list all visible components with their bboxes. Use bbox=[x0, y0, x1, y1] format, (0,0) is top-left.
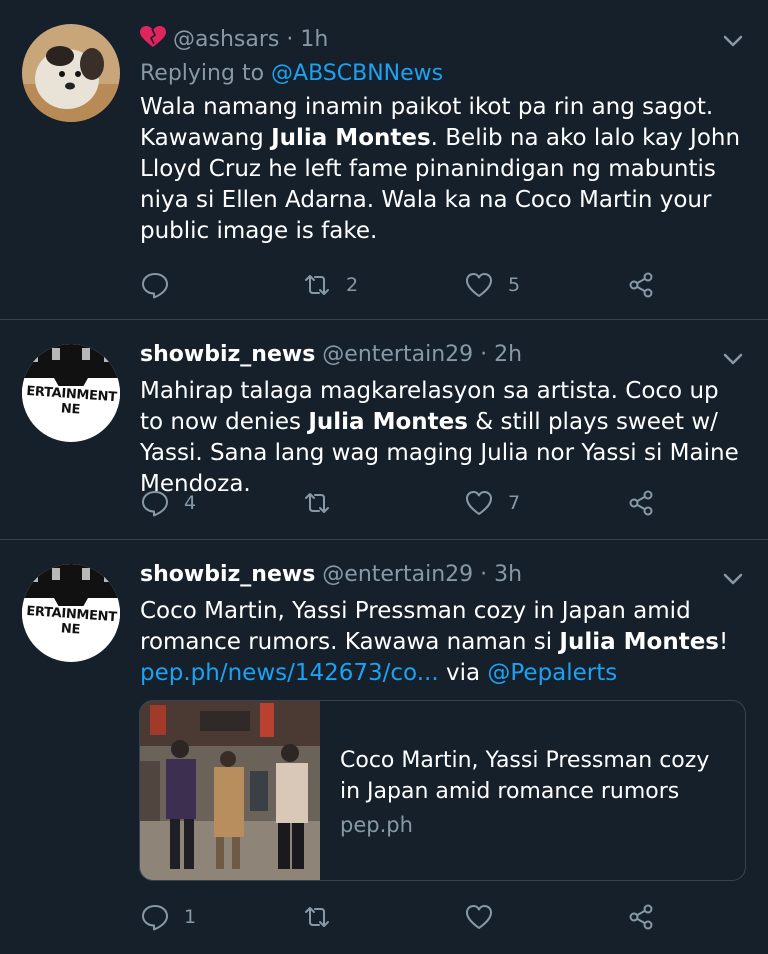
card-domain: pep.ph bbox=[340, 813, 413, 837]
retweet-button[interactable] bbox=[302, 900, 346, 934]
like-count: 7 bbox=[508, 492, 521, 514]
like-icon bbox=[466, 905, 492, 929]
replying-to-label: Replying to bbox=[140, 61, 272, 86]
display-name[interactable]: showbiz_news bbox=[140, 342, 315, 367]
like-icon bbox=[466, 491, 492, 515]
article-link[interactable]: pep.ph/news/142673/co... bbox=[140, 660, 439, 686]
tweet-text-highlight: Julia Montes bbox=[559, 629, 719, 655]
reply-icon bbox=[142, 273, 168, 299]
chevron-down-icon[interactable] bbox=[720, 566, 746, 592]
reply-button[interactable] bbox=[140, 268, 184, 302]
retweet-icon bbox=[305, 493, 329, 513]
tweet-text-highlight: Julia Montes bbox=[271, 125, 431, 151]
user-handle[interactable]: @ashsars bbox=[173, 27, 279, 52]
reply-count: 1 bbox=[184, 906, 197, 928]
like-button[interactable]: 5 bbox=[464, 268, 520, 302]
tweet-actions: 1 bbox=[140, 900, 660, 934]
share-icon bbox=[629, 272, 653, 298]
separator-dot: · bbox=[473, 342, 495, 367]
retweet-count: 2 bbox=[346, 274, 359, 296]
tweet-header: @ashsars · 1h bbox=[140, 26, 708, 52]
share-button[interactable] bbox=[626, 486, 656, 520]
share-button[interactable] bbox=[626, 268, 656, 302]
tweet-text: Mahirap talaga magkarelasyon sa artista.… bbox=[140, 376, 744, 500]
via-handle[interactable]: @Pepalerts bbox=[487, 660, 617, 686]
share-icon bbox=[629, 904, 653, 930]
replying-to-handle[interactable]: @ABSCBNNews bbox=[271, 61, 443, 86]
tweet-text-highlight: Julia Montes bbox=[308, 409, 468, 435]
tweet-2[interactable]: ERTAINMENT NE showbiz_news @entertain29 … bbox=[0, 320, 768, 540]
user-handle[interactable]: @entertain29 bbox=[322, 342, 473, 367]
user-handle[interactable]: @entertain29 bbox=[322, 562, 473, 587]
timestamp[interactable]: 2h bbox=[494, 342, 522, 367]
tweet-header: showbiz_news @entertain29 · 3h bbox=[140, 562, 708, 587]
like-icon bbox=[466, 273, 492, 297]
tweet-actions: 4 7 bbox=[140, 486, 660, 520]
separator-dot: · bbox=[279, 27, 301, 52]
heart-emoji-icon bbox=[140, 26, 173, 52]
avatar-ashsars[interactable] bbox=[22, 24, 120, 122]
card-thumbnail bbox=[140, 701, 320, 880]
timestamp[interactable]: 3h bbox=[494, 562, 522, 587]
avatar-showbiz-news[interactable]: ERTAINMENT NE bbox=[22, 344, 120, 442]
chevron-down-icon[interactable] bbox=[720, 28, 746, 54]
share-icon bbox=[629, 490, 653, 516]
tweet-text-part: ! bbox=[719, 629, 729, 655]
tweet-header: showbiz_news @entertain29 · 2h bbox=[140, 342, 708, 367]
tweet-1[interactable]: @ashsars · 1h Replying to @ABSCBNNews Wa… bbox=[0, 0, 768, 320]
separator-dot: · bbox=[473, 562, 495, 587]
chevron-down-icon[interactable] bbox=[720, 346, 746, 372]
reply-icon bbox=[142, 491, 168, 517]
retweet-icon bbox=[305, 907, 329, 927]
reply-button[interactable]: 4 bbox=[140, 486, 196, 520]
share-button[interactable] bbox=[626, 900, 656, 934]
avatar-showbiz-news[interactable]: ERTAINMENT NE bbox=[22, 564, 120, 662]
reply-button[interactable]: 1 bbox=[140, 900, 196, 934]
like-button[interactable] bbox=[464, 900, 508, 934]
link-preview-card[interactable]: Coco Martin, Yassi Pressman cozy in Japa… bbox=[139, 700, 746, 881]
display-name[interactable]: showbiz_news bbox=[140, 562, 315, 587]
timestamp[interactable]: 1h bbox=[300, 27, 328, 52]
replying-to: Replying to @ABSCBNNews bbox=[140, 61, 443, 86]
via-label: via bbox=[438, 660, 488, 686]
tweet-actions: 2 5 bbox=[140, 268, 660, 302]
retweet-button[interactable] bbox=[302, 486, 346, 520]
retweet-icon bbox=[305, 275, 329, 295]
tweet-text: Wala namang inamin paikot ikot pa rin an… bbox=[140, 92, 744, 247]
card-title: Coco Martin, Yassi Pressman cozy in Japa… bbox=[340, 748, 710, 804]
retweet-button[interactable]: 2 bbox=[302, 268, 358, 302]
like-button[interactable]: 7 bbox=[464, 486, 520, 520]
reply-icon bbox=[142, 905, 168, 931]
tweet-text: Coco Martin, Yassi Pressman cozy in Japa… bbox=[140, 596, 744, 689]
reply-count: 4 bbox=[184, 492, 197, 514]
like-count: 5 bbox=[508, 274, 521, 296]
